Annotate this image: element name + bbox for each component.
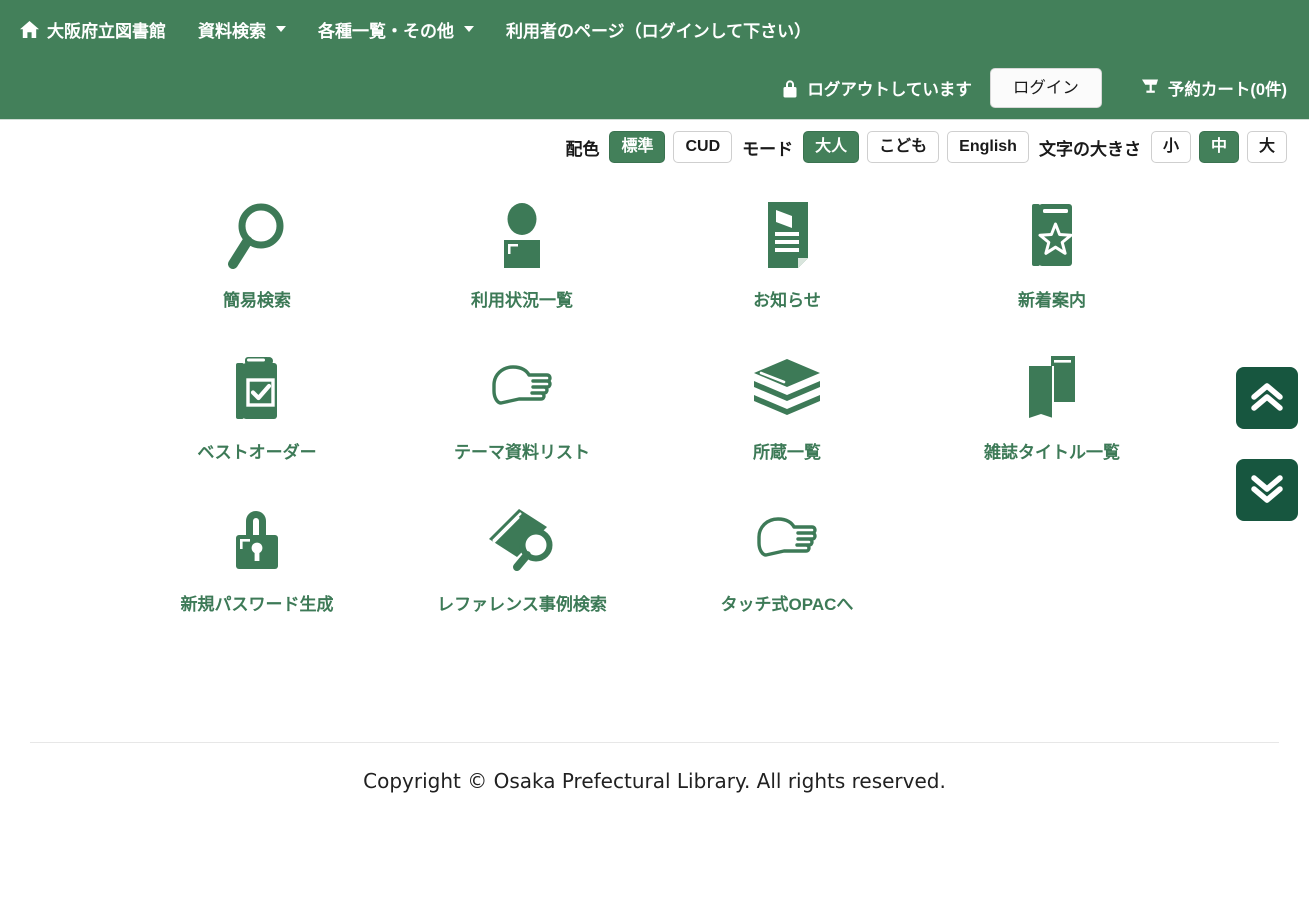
double-chevron-down-icon (1250, 474, 1284, 506)
tile-simple-search[interactable]: 簡易検索 (125, 198, 390, 350)
tile-simple-search-label: 簡易検索 (223, 291, 291, 310)
tile-reference-case-search[interactable]: レファレンス事例検索 (390, 502, 655, 654)
cart-icon (1141, 78, 1162, 99)
tile-reference-case-search-label: レファレンス事例検索 (437, 595, 607, 614)
announcement-document-icon (762, 198, 812, 274)
tile-theme-material-list[interactable]: テーマ資料リスト (390, 350, 655, 502)
site-footer: Copyright © Osaka Prefectural Library. A… (0, 742, 1309, 824)
star-book-icon (1026, 198, 1078, 274)
scroll-to-bottom-button[interactable] (1236, 459, 1298, 521)
pointing-hand-icon (489, 350, 555, 426)
nav-item-home[interactable]: 大阪府立図書館 (14, 11, 182, 48)
padlock-icon (228, 502, 286, 578)
tile-usage-status-label: 利用状況一覧 (471, 291, 573, 310)
mode-label: モード (742, 139, 794, 159)
clipboard-check-icon (231, 350, 283, 426)
tile-touch-opac-label: タッチ式OPACへ (720, 595, 854, 614)
display-settings-bar: 配色 標準 CUD モード 大人 こども English 文字の大きさ 小 中 … (0, 120, 1309, 164)
tile-best-order[interactable]: ベストオーダー (125, 350, 390, 502)
text-size-large-button[interactable]: 大 (1246, 131, 1287, 163)
tile-new-password-label: 新規パスワード生成 (180, 595, 334, 614)
nav-item-lists-other-label: 各種一覧・その他 (318, 21, 454, 41)
site-header: 大阪府立図書館 資料検索 各種一覧・その他 利用者のページ（ログインして下さい）… (0, 0, 1309, 120)
tile-theme-material-list-label: テーマ資料リスト (454, 443, 590, 462)
scroll-to-top-button[interactable] (1236, 367, 1298, 429)
tile-magazine-title-list-label: 雑誌タイトル一覧 (984, 443, 1120, 462)
tile-touch-opac[interactable]: タッチ式OPACへ (655, 502, 920, 654)
tile-magazine-title-list[interactable]: 雑誌タイトル一覧 (920, 350, 1185, 502)
tile-new-password[interactable]: 新規パスワード生成 (125, 502, 390, 654)
color-scheme-standard-button[interactable]: 標準 (609, 131, 666, 163)
chevron-down-icon (464, 26, 474, 32)
nav-item-user-page-label: 利用者のページ（ログインして下さい） (506, 21, 812, 41)
tile-new-arrivals-label: 新着案内 (1018, 291, 1086, 310)
color-scheme-cud-button[interactable]: CUD (673, 131, 733, 163)
tile-holdings-list[interactable]: 所蔵一覧 (655, 350, 920, 502)
logout-status-label: ログアウトしています (807, 81, 972, 99)
magazines-icon (1021, 350, 1083, 426)
text-size-small-button[interactable]: 小 (1150, 131, 1191, 163)
nav-item-search-label: 資料検索 (198, 21, 266, 41)
book-magnifier-icon (485, 502, 559, 578)
mode-kids-button[interactable]: こども (867, 131, 940, 163)
tile-best-order-label: ベストオーダー (197, 443, 317, 462)
copyright-text: Copyright © Osaka Prefectural Library. A… (363, 769, 946, 793)
reservation-cart-link[interactable]: 予約カート(0件) (1141, 76, 1287, 100)
double-chevron-up-icon (1250, 382, 1284, 414)
tile-usage-status[interactable]: 利用状況一覧 (390, 198, 655, 350)
main-navigation: 大阪府立図書館 資料検索 各種一覧・その他 利用者のページ（ログインして下さい） (0, 0, 1309, 58)
chevron-down-icon (276, 26, 286, 32)
pointing-hand-icon (754, 502, 820, 578)
tile-announcements-label: お知らせ (753, 291, 821, 310)
page-scroll-controls (1236, 367, 1298, 521)
person-card-icon (498, 198, 546, 274)
nav-item-user-page[interactable]: 利用者のページ（ログインして下さい） (490, 11, 827, 48)
mode-adult-button[interactable]: 大人 (803, 131, 860, 163)
tile-announcements[interactable]: お知らせ (655, 198, 920, 350)
book-stack-icon (750, 350, 824, 426)
tile-new-arrivals[interactable]: 新着案内 (920, 198, 1185, 350)
nav-item-home-label: 大阪府立図書館 (47, 21, 166, 41)
header-utility-bar: ログアウトしています ログイン 予約カート(0件) (0, 58, 1309, 118)
magnifier-icon (226, 198, 288, 274)
menu-tile-grid: 簡易検索 利用状況一覧 お知らせ 新着案内 ベストオーダー テーマ資料リスト 所… (125, 164, 1185, 654)
text-size-medium-button[interactable]: 中 (1198, 131, 1239, 163)
reservation-cart-label: 予約カート(0件) (1167, 81, 1287, 99)
main-content: 簡易検索 利用状況一覧 お知らせ 新着案内 ベストオーダー テーマ資料リスト 所… (0, 164, 1309, 824)
text-size-label: 文字の大きさ (1038, 139, 1141, 159)
color-scheme-label: 配色 (565, 139, 600, 159)
nav-item-lists-other[interactable]: 各種一覧・その他 (302, 11, 490, 48)
mode-english-button[interactable]: English (947, 131, 1029, 163)
nav-item-search[interactable]: 資料検索 (182, 11, 302, 48)
logout-status: ログアウトしています (782, 76, 972, 100)
tile-holdings-list-label: 所蔵一覧 (753, 443, 821, 462)
home-icon (20, 20, 39, 38)
lock-icon (782, 79, 798, 98)
login-button[interactable]: ログイン (989, 67, 1102, 109)
